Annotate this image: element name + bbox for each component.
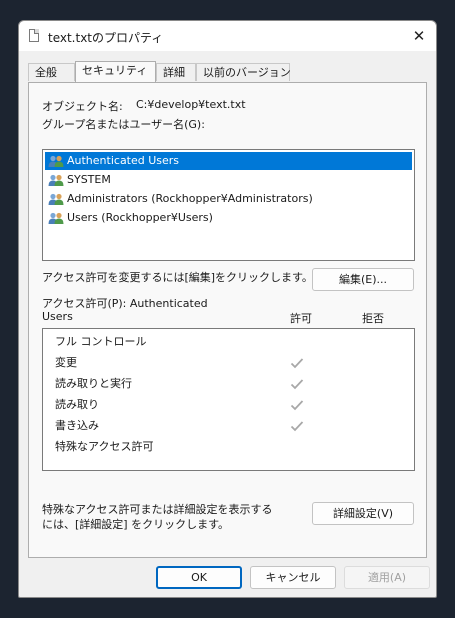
list-item[interactable]: Administrators (Rockhopper¥Administrator… bbox=[45, 190, 412, 208]
tab-security[interactable]: セキュリティ bbox=[75, 61, 156, 82]
checkmark-icon bbox=[290, 400, 304, 411]
users-group-icon bbox=[48, 193, 64, 205]
window-title: text.txtのプロパティ bbox=[48, 31, 164, 45]
advanced-info-text-cont: には、[詳細設定] をクリックします。 bbox=[42, 518, 229, 531]
user-name: Authenticated Users bbox=[67, 154, 180, 167]
permission-name: 読み取りと実行 bbox=[55, 377, 132, 390]
users-listbox[interactable]: Authenticated Users SYSTEM Administrator… bbox=[42, 149, 415, 261]
tab-details[interactable]: 詳細 bbox=[156, 63, 196, 81]
users-group-icon bbox=[48, 155, 64, 167]
group-user-label: グループ名またはユーザー名(G): bbox=[42, 118, 205, 131]
checkmark-icon bbox=[290, 358, 304, 369]
title-bar: text.txtのプロパティ ✕ bbox=[19, 21, 436, 51]
list-item[interactable]: Users (Rockhopper¥Users) bbox=[45, 209, 412, 227]
dialog-footer: OK キャンセル 適用(A) bbox=[19, 561, 436, 597]
tab-general[interactable]: 全般 bbox=[28, 63, 75, 81]
advanced-button[interactable]: 詳細設定(V) bbox=[312, 502, 414, 525]
properties-dialog: text.txtのプロパティ ✕ 全般 セキュリティ 詳細 以前のバージョン オ… bbox=[18, 20, 437, 598]
permissions-for-label: アクセス許可(P): Authenticated bbox=[42, 297, 208, 310]
column-deny: 拒否 bbox=[362, 312, 384, 325]
column-allow: 許可 bbox=[290, 312, 312, 325]
tab-previous-versions[interactable]: 以前のバージョン bbox=[196, 63, 291, 81]
user-name: Users (Rockhopper¥Users) bbox=[67, 211, 213, 224]
edit-button[interactable]: 編集(E)... bbox=[312, 268, 414, 291]
permission-name: 書き込み bbox=[55, 419, 99, 432]
checkmark-icon bbox=[290, 379, 304, 390]
apply-button[interactable]: 適用(A) bbox=[344, 566, 430, 589]
user-name: Administrators (Rockhopper¥Administrator… bbox=[67, 192, 313, 205]
permission-row: 変更 bbox=[55, 353, 405, 373]
file-icon bbox=[29, 29, 39, 42]
object-name-value: C:¥develop¥text.txt bbox=[136, 98, 246, 111]
checkmark-icon bbox=[290, 421, 304, 432]
change-permissions-text: アクセス許可を変更するには[編集]をクリックします。 bbox=[42, 271, 313, 284]
user-name: SYSTEM bbox=[67, 173, 111, 186]
permission-name: 特殊なアクセス許可 bbox=[55, 440, 154, 453]
permission-name: フル コントロール bbox=[55, 335, 147, 348]
permissions-for-label-cont: Users bbox=[42, 310, 73, 323]
cancel-button[interactable]: キャンセル bbox=[250, 566, 336, 589]
list-item[interactable]: Authenticated Users bbox=[45, 152, 412, 170]
ok-button[interactable]: OK bbox=[156, 566, 242, 589]
object-name-label: オブジェクト名: bbox=[42, 100, 123, 113]
permission-row: 読み取り bbox=[55, 395, 405, 415]
permission-row: 書き込み bbox=[55, 416, 405, 436]
close-button[interactable]: ✕ bbox=[402, 21, 436, 51]
advanced-info-text: 特殊なアクセス許可または詳細設定を表示する bbox=[42, 503, 273, 516]
permission-name: 変更 bbox=[55, 356, 77, 369]
users-group-icon bbox=[48, 212, 64, 224]
security-panel: オブジェクト名: C:¥develop¥text.txt グループ名またはユーザ… bbox=[28, 82, 427, 558]
permission-name: 読み取り bbox=[55, 398, 99, 411]
permission-row: 特殊なアクセス許可 bbox=[55, 437, 405, 457]
permissions-list: フル コントロール 変更 読み取りと実行 読み取り 書き込み 特殊なアクセス許可 bbox=[42, 328, 415, 471]
permission-row: 読み取りと実行 bbox=[55, 374, 405, 394]
permission-row: フル コントロール bbox=[55, 332, 405, 352]
list-item[interactable]: SYSTEM bbox=[45, 171, 412, 189]
users-group-icon bbox=[48, 174, 64, 186]
